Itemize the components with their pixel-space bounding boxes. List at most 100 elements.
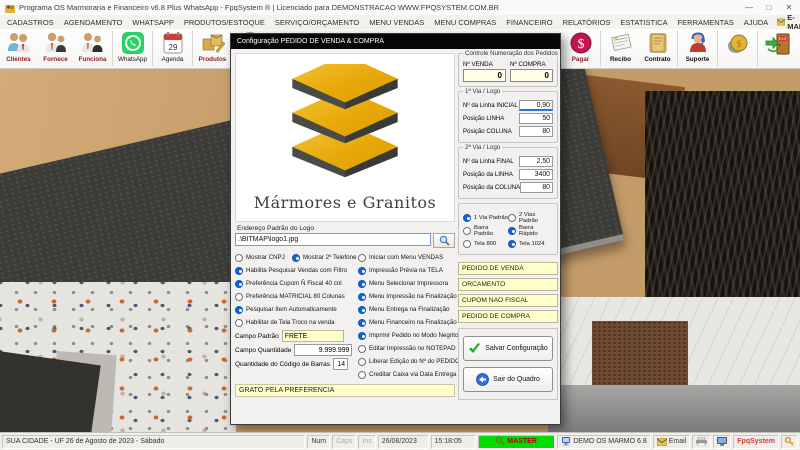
option-preferencia-cupom[interactable]: Preferência Cupom Ñ Fiscal 40 col [235,277,358,290]
via2-posicao-coluna-label: Posição da COLUNA [463,184,520,191]
company-logo: Mármores e Granitos [235,53,455,222]
option-liberar-edicao-pedido[interactable]: Liberar Edição do Nº do PEDIDO [358,355,455,368]
menu-financeiro[interactable]: FINANCEIRO [501,18,557,27]
option-mostrar-2-telefone[interactable]: Mostrar 2º Telefone [292,251,356,264]
radio-tela-800[interactable]: Tela 800 [463,237,508,250]
toolbar-label: Agenda [162,56,184,63]
option-menu-entrega-finalizacao[interactable]: Menu Entrega na Finalização [358,303,455,316]
status-monitor[interactable] [713,435,731,449]
compra-number-input[interactable]: 0 [510,69,553,82]
option-creditar-caixa[interactable]: Creditar Caixa via Data Entrega [358,368,455,381]
browse-logo-button[interactable] [433,233,455,248]
via2-posicao-linha-label: Posição da LINHA [463,171,513,178]
compra-label: Nº COMPRA [510,61,553,68]
toolbar-fornece-button[interactable]: Fornece [37,29,74,68]
radio-icon [235,319,243,327]
clients-icon [6,31,32,55]
doc-type-orcamento[interactable]: ORCAMENTO [458,278,558,291]
toolbar-exit-button[interactable]: EXIT [759,29,796,69]
toolbar-label: Contrato [644,56,670,63]
via2-groupbox: 2ª Via / Logo Nº da Linha FINAL2,50 Posi… [458,147,558,199]
support-icon [686,31,710,55]
config-dialog: Configuração PEDIDO DE VENDA & COMPRA [230,33,561,425]
option-pesquisar-item-auto[interactable]: Pesquisar Item Automaticamente [235,303,358,316]
menu-compras[interactable]: MENU COMPRAS [429,18,501,27]
logo-path-input[interactable] [235,233,431,246]
option-mostrar-cnpj[interactable]: Mostrar CNPJ [235,251,292,264]
toolbar-produtos-button[interactable]: Produtos [194,29,231,68]
radio-icon [358,371,366,379]
option-imprimir-negrito[interactable]: Imprmir Pedido no Modo Negrito [358,329,455,342]
toolbar-clientes-button[interactable]: Clientes [0,29,37,68]
doc-type-pedido-compra[interactable]: PEDIDO DE COMPRA [458,310,558,323]
toolbar-right-group: $ Pagar Recibo Contrato Suporte $ EXIT [562,29,796,69]
menu-estatistica[interactable]: ESTATISTICA [615,18,672,27]
radio-barra-padrao[interactable]: Barra Padrão [463,224,508,237]
doc-type-list: PEDIDO DE VENDA ORCAMENTO CUPOM NAO FISC… [458,259,558,323]
toolbar-contrato-button[interactable]: Contrato [639,29,676,69]
toolbar-recibo-button[interactable]: Recibo [602,29,639,69]
codigo-barras-input[interactable]: 14 [333,358,348,370]
radio-tela-1024[interactable]: Tela 1024 [508,237,553,250]
menu-whatsapp[interactable]: WHATSAPP [127,18,179,27]
minimize-icon[interactable]: — [743,0,755,15]
via1-posicao-linha-input[interactable]: 50 [519,113,553,124]
status-email[interactable]: Email [653,435,691,449]
option-menu-selecionar-impressora[interactable]: Menu Selecionar Impressora [358,277,455,290]
via1-linha-inicial-input[interactable]: 0,90 [519,100,553,111]
campo-padrao-input[interactable]: FRETE [282,330,344,342]
dialog-title: Configuração PEDIDO DE VENDA & COMPRA [237,38,384,45]
exit-door-icon: EXIT [764,31,792,57]
menu-cadastros[interactable]: CADASTROS [2,18,59,27]
doc-type-cupom[interactable]: CUPOM NAO FISCAL [458,294,558,307]
toolbar-pagar-button[interactable]: $ Pagar [562,29,599,69]
option-editar-notepad[interactable]: Editar Impressão no NOTEPAD [358,342,455,355]
statusbar: SUA CIDADE - UF 26 de Agosto de 2023 - S… [0,432,800,450]
option-habilitar-tela-troco[interactable]: Habilitar de Tela Troco na venda [235,316,358,329]
menu-servico-orcamento[interactable]: SERVIÇO/ORÇAMENTO [270,18,364,27]
status-num: Num [307,435,330,449]
buttons-groupbox: Salvar Configuração Sair do Quadro [458,328,558,400]
radio-barra-rapido[interactable]: Barra Rápido [508,224,553,237]
toolbar-funciona-button[interactable]: Funciona [74,29,111,68]
option-menu-impressao-finalizacao[interactable]: Menu Impressão na Finalização [358,290,455,303]
toolbar-coin-button[interactable]: $ [719,29,756,69]
option-iniciar-menu-vendas[interactable]: Iniciar com Menu VENDAS [358,251,455,264]
menu-produtos-estoque[interactable]: PRODUTOS/ESTOQUE [179,18,270,27]
radio-1-via-padrao[interactable]: 1 Via Padrão [463,211,508,224]
menu-ajuda[interactable]: AJUDA [739,18,774,27]
toolbar-agenda-button[interactable]: 29 Agenda [154,29,191,68]
via2-posicao-coluna-input[interactable]: 80 [520,182,553,193]
exit-dialog-button[interactable]: Sair do Quadro [463,367,553,392]
menu-agendamento[interactable]: AGENDAMENTO [59,18,128,27]
footer-message-field[interactable]: GRATO PELA PREFERENCIA [235,384,455,397]
venda-number-input[interactable]: 0 [463,69,506,82]
radio-icon [508,227,516,235]
marble-slabs-logo-icon [260,64,430,192]
via2-posicao-linha-input[interactable]: 3400 [519,169,553,180]
toolbar-suporte-button[interactable]: Suporte [679,29,716,69]
radio-icon [235,306,243,314]
status-date: 26/08/2023 [378,435,429,449]
svg-text:$: $ [577,37,584,52]
campo-quantidade-input[interactable]: 9.999.999 [294,344,352,356]
radio-2-vias-padrao[interactable]: 2 Vias Padrão [508,211,553,224]
option-impressao-previa[interactable]: Impressão Prévia na TELA [358,264,455,277]
option-habilita-pesquisar-vendas[interactable]: Habilita Pesquisar Vendas com Filtro [235,264,358,277]
via1-posicao-coluna-input[interactable]: 80 [519,126,553,137]
dialog-titlebar[interactable]: Configuração PEDIDO DE VENDA & COMPRA [231,34,560,49]
doc-type-pedido-venda[interactable]: PEDIDO DE VENDA [458,262,558,275]
menu-vendas[interactable]: MENU VENDAS [364,18,429,27]
radio-icon [508,214,516,222]
toolbar-whatsapp-button[interactable]: WhatsApp [114,29,151,68]
via2-linha-final-input[interactable]: 2,50 [519,156,553,167]
option-preferencia-matricial[interactable]: Preferência MATRICIAL 80 Colunas [235,290,358,303]
status-printer[interactable] [692,435,711,449]
magnifier-icon [439,235,450,246]
blue-arrow-icon [476,373,489,386]
campo-quantidade-label: Campo Quantidade [235,347,291,354]
save-config-button[interactable]: Salvar Configuração [463,336,553,361]
option-menu-financeiro-finalizacao[interactable]: Menu Financeiro na Finalização [358,316,455,329]
menu-relatorios[interactable]: RELATÓRIOS [558,18,616,27]
menu-ferramentas[interactable]: FERRAMENTAS [673,18,739,27]
